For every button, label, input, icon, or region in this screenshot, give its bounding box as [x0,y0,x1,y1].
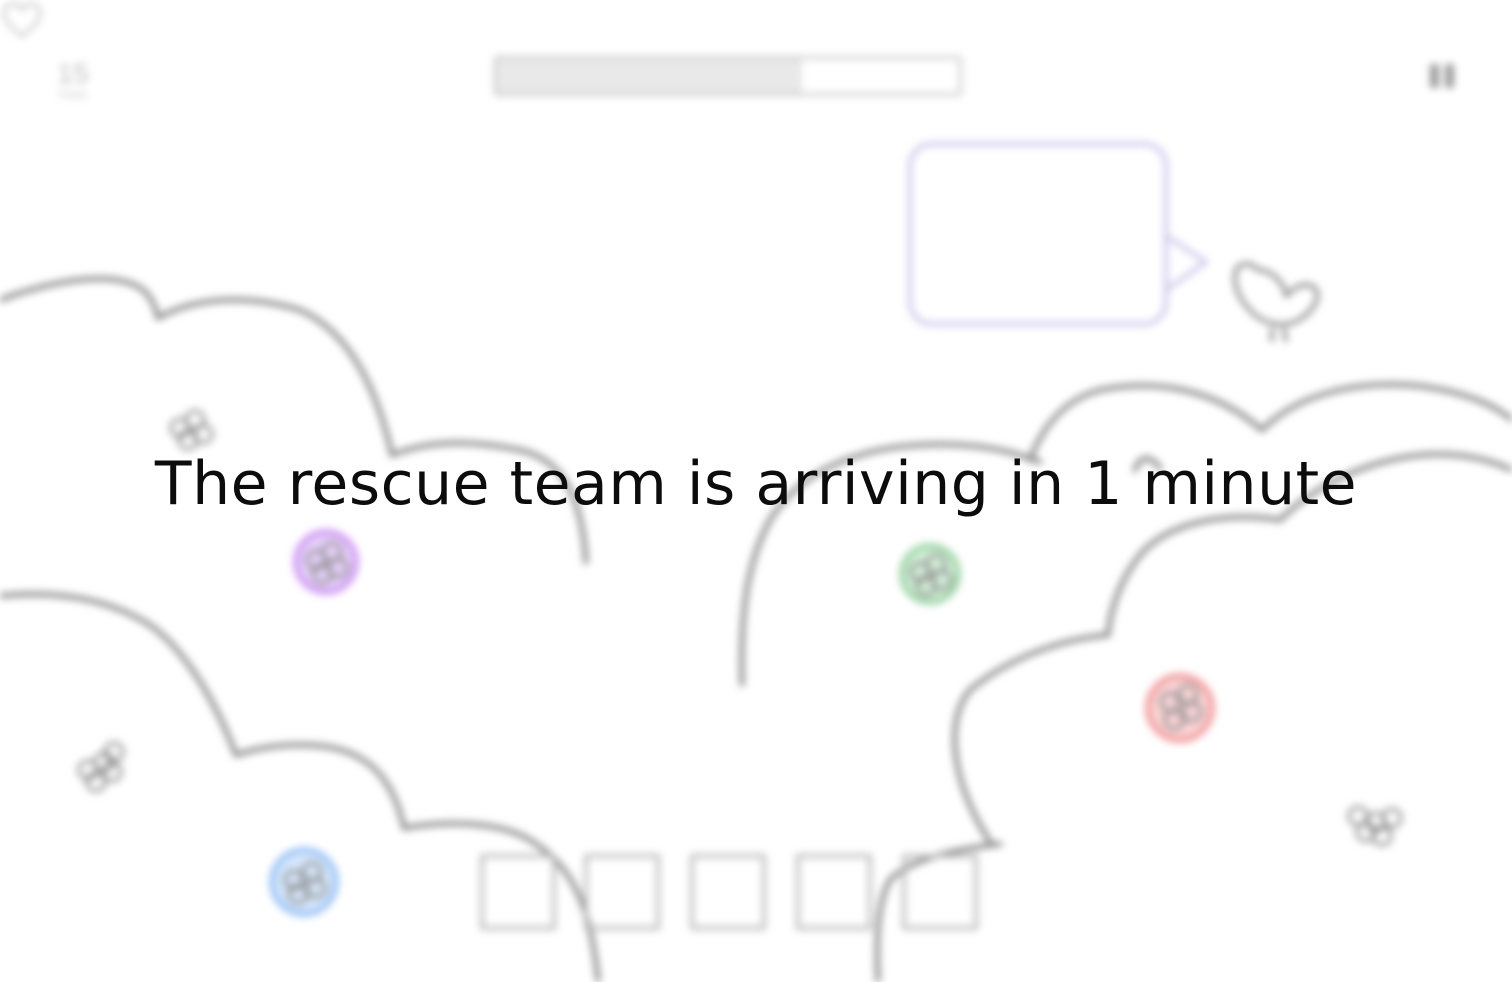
pause-icon-bar-right [1445,64,1454,88]
flower-cluster-gray-1[interactable] [169,409,214,451]
rescue-progress-bar [494,56,962,96]
bird-character [1233,262,1320,342]
flower-cluster-red[interactable] [1145,673,1215,743]
flower-cluster-blue[interactable] [269,847,339,917]
rescue-announcement: The rescue team is arriving in 1 minute [154,449,1358,519]
speech-bubble-tail [1164,234,1208,292]
inventory-slot-1[interactable] [480,854,556,930]
score-display: 15 Points [48,58,98,102]
flower-cluster-green[interactable] [899,543,961,605]
flower-cluster-purple[interactable] [293,529,359,595]
heart-icon [2,2,42,38]
score-value: 15 [57,58,89,89]
pause-icon-bar-left [1430,64,1439,88]
speech-bubble [908,142,1168,326]
inventory-slot-5[interactable] [902,854,978,930]
inventory-slot-4[interactable] [796,854,872,930]
game-stage: 15 Points The rescue team is arriving in… [0,0,1512,982]
flower-cluster-gray-3[interactable] [1347,805,1403,847]
inventory-slot-2[interactable] [584,854,660,930]
flower-cluster-gray-2[interactable] [77,741,125,793]
inventory-slot-3[interactable] [690,854,766,930]
rescue-progress-fill [497,59,802,93]
score-label: Points [59,90,87,101]
pause-button[interactable] [1424,58,1460,94]
